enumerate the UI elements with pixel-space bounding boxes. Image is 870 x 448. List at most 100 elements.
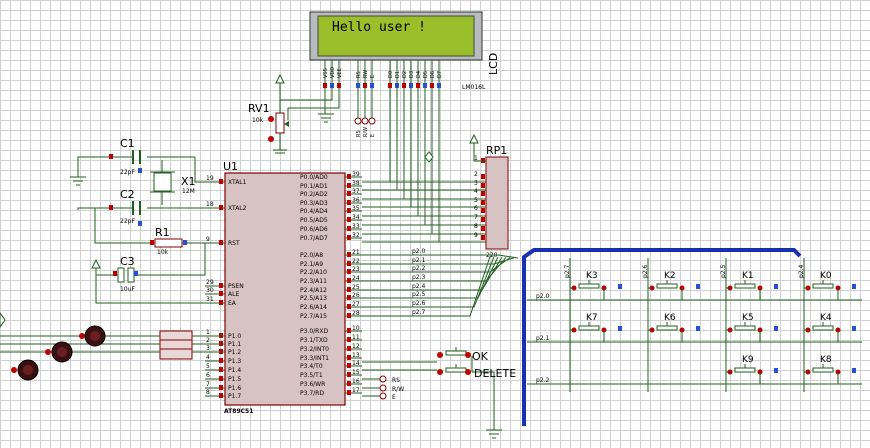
rv1-potentiometer[interactable]: RV1 10k: [248, 102, 289, 154]
u1-right-pin-marker: [347, 261, 351, 266]
keypad-key-label: K7: [586, 313, 598, 323]
lcd-pin-label: E: [370, 75, 376, 78]
key-marker: [852, 368, 856, 373]
rp1-pin-marker: [481, 183, 485, 188]
u1-pin-number: 34: [352, 214, 360, 221]
u1-pin-number: 32: [352, 232, 360, 239]
p1-leds[interactable]: [0, 312, 106, 381]
ok-button[interactable]: OK: [437, 347, 489, 363]
u1-pin-name: XTAL1: [228, 179, 247, 186]
rp1-pin-number: 5: [474, 197, 478, 204]
u1-right-pin-marker: [347, 174, 351, 179]
data-bus-wire: [362, 88, 440, 243]
u1-pin-name: P0.0/AD0: [300, 174, 328, 181]
p2-wire: [362, 257, 511, 273]
u1-pin-name: P1.0: [228, 333, 241, 340]
u1-left-pin-marker: [219, 179, 223, 184]
key-plunger: [812, 325, 834, 331]
key-plunger: [734, 367, 756, 373]
lcd-pin-marker: [363, 83, 367, 88]
u1-pin-number: 14: [352, 360, 360, 367]
delete-button[interactable]: DELETE: [437, 364, 516, 380]
u1-left-pin-marker: [219, 291, 223, 296]
keypad-key-label: K9: [742, 355, 754, 365]
key-marker: [696, 326, 700, 331]
x1-crystal[interactable]: X1 12M: [150, 171, 196, 195]
u1-right-pin-marker: [347, 363, 351, 368]
u1-pin-name: P0.4/AD4: [300, 208, 328, 215]
u1-pin-number: 30: [206, 287, 214, 294]
u1-left-pin-marker: [219, 385, 223, 390]
u1-pin-name: P1.4: [228, 367, 241, 374]
key-marker: [618, 326, 622, 331]
lcd-pin-marker: [337, 83, 341, 88]
keypad-key[interactable]: K3: [570, 271, 622, 300]
keypad-key[interactable]: K6: [648, 313, 700, 342]
data-bus-wire: [362, 88, 426, 226]
p1-resistor-array[interactable]: [159, 330, 193, 360]
u1-microcontroller[interactable]: U1 AT89C51 19XTAL118XTAL29RST29PSEN30ALE…: [205, 160, 362, 415]
u1-pin-number: 5: [206, 363, 210, 370]
u1-pin-number: 13: [352, 352, 360, 359]
keypad-key[interactable]: K8: [804, 355, 856, 384]
p2-wires: [362, 254, 519, 317]
lcd-term-rs: RS: [356, 130, 362, 137]
lcd-module[interactable]: Hello user ! LCD LM016L VSS VDD VEE RS RW E D0…: [309, 11, 500, 91]
keypad[interactable]: p2.7 p2.6 p2.5 p2.4 p2.0 p2.1 p2.2 K3 K2 K1 K0 K7 K6…: [527, 258, 862, 392]
keypad-key[interactable]: K5: [726, 313, 778, 342]
rp1-pin-number: 9: [474, 232, 478, 239]
rv1-ref: RV1: [248, 102, 270, 115]
r1-resistor[interactable]: R1 10k: [150, 226, 187, 256]
c3-capacitor[interactable]: C3 10uF: [113, 255, 138, 293]
p2-net-label: p2.1: [412, 257, 426, 264]
lcd-pin-label: VDD: [330, 67, 336, 78]
u1-pin-number: 26: [352, 292, 360, 299]
u1-pin-name: P2.6/A14: [300, 304, 327, 311]
u1-pin-name: P2.0/A8: [300, 252, 323, 259]
key-plunger: [656, 283, 678, 289]
lcd-pin-marker: [423, 83, 427, 88]
p2-net-label: p2.2: [412, 265, 426, 272]
u1-pin-number: 6: [206, 372, 210, 379]
lcd-terminals: RS R/W E: [354, 117, 376, 137]
keypad-key[interactable]: K2: [648, 271, 700, 300]
u1-pin-number: 24: [352, 275, 360, 282]
keypad-key[interactable]: K9: [726, 355, 778, 384]
lcd-pin-marker: [402, 83, 406, 88]
u1-pin-number: 31: [206, 296, 214, 303]
lcd-pin-marker: [323, 83, 327, 88]
rp1-pin-marker: [481, 217, 485, 222]
u1-pin-number: 4: [206, 354, 210, 361]
keypad-key[interactable]: K7: [570, 313, 622, 342]
u1-pin-number: 15: [352, 369, 360, 376]
keypad-key-label: K6: [664, 313, 676, 323]
lcd-pin-label: D6: [430, 71, 436, 78]
rp1-pin-marker: [481, 200, 485, 205]
u1-pin-name: P0.3/AD3: [300, 200, 328, 207]
lcd-pin-marker: [356, 83, 360, 88]
lcd-pin-label: D0: [388, 71, 394, 78]
schematic-canvas[interactable]: Hello user ! LCD LM016L VSS VDD VEE RS RW E D0…: [0, 0, 870, 448]
rp1-pin-marker: [481, 226, 485, 231]
u1-pin-name: P1.5: [228, 376, 241, 383]
u1-left-pin-marker: [219, 283, 223, 288]
u1-right-pin-marker: [347, 337, 351, 342]
u1-right-pin-marker: [347, 252, 351, 257]
key-plunger: [734, 283, 756, 289]
r1-value: 10k: [157, 249, 169, 256]
data-bus-wire: [362, 88, 398, 191]
u1-pin-name: P1.7: [228, 393, 241, 400]
schematic-svg: Hello user ! LCD LM016L VSS VDD VEE RS RW E D0…: [0, 11, 862, 439]
c2-capacitor[interactable]: C2 22pF: [109, 188, 142, 226]
keypad-key[interactable]: K0: [804, 271, 856, 300]
u1-pin-number: 12: [352, 343, 360, 350]
u1-right-pin-marker: [347, 304, 351, 309]
keypad-key[interactable]: K1: [726, 271, 778, 300]
rp1-pin-number: 3: [474, 180, 478, 187]
u1-pin-number: 23: [352, 266, 360, 273]
keypad-key[interactable]: K4: [804, 313, 856, 342]
rp1-pin-number: 4: [474, 188, 478, 195]
u1-pin-number: 38: [352, 180, 360, 187]
rp1-pins: 123456789: [474, 155, 485, 240]
u1-pin-name: P2.3/A11: [300, 278, 327, 285]
